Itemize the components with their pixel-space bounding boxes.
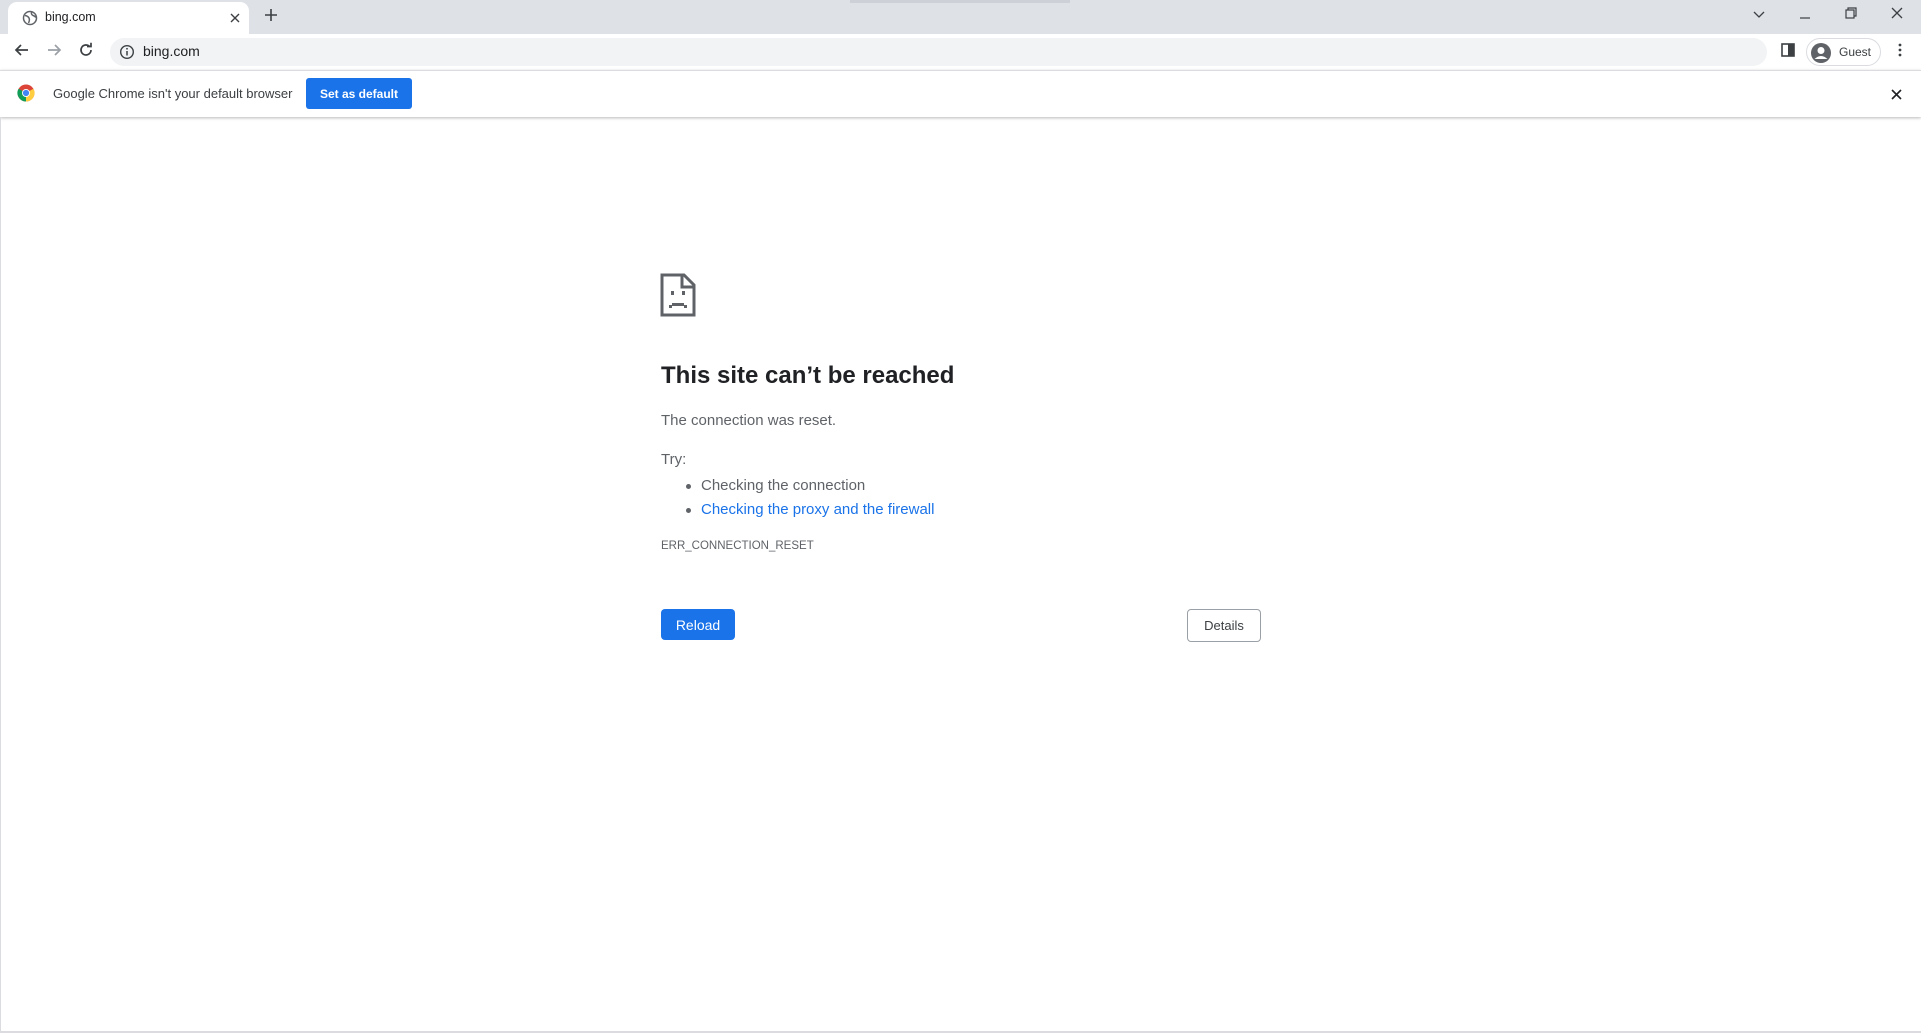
address-input[interactable] xyxy=(143,43,1643,59)
forward-button[interactable] xyxy=(41,39,67,65)
avatar-icon xyxy=(1810,42,1832,64)
default-browser-infobar: Google Chrome isn't your default browser… xyxy=(0,70,1921,117)
minimize-icon xyxy=(1799,6,1811,24)
error-description: The connection was reset. xyxy=(661,412,837,429)
details-button[interactable]: Details xyxy=(1187,609,1261,642)
refresh-icon xyxy=(78,42,94,63)
address-bar[interactable] xyxy=(110,38,1767,66)
kebab-menu-icon xyxy=(1898,43,1902,62)
tab-title: bing.com xyxy=(45,10,96,24)
set-as-default-button[interactable]: Set as default xyxy=(306,78,412,109)
drag-region[interactable] xyxy=(850,0,1070,3)
window-close-button[interactable] xyxy=(1875,0,1919,30)
restore-button[interactable] xyxy=(1829,0,1873,30)
page-title: This site can’t be reached xyxy=(661,362,955,389)
tab-bing[interactable]: bing.com xyxy=(8,2,249,34)
new-tab-button[interactable] xyxy=(258,6,284,28)
close-icon xyxy=(1891,6,1903,24)
side-panel-button[interactable] xyxy=(1777,41,1799,63)
minimize-button[interactable] xyxy=(1783,0,1827,30)
restore-icon xyxy=(1845,6,1857,24)
back-button[interactable] xyxy=(9,39,35,65)
content-border xyxy=(0,117,1,1033)
chevron-down-icon xyxy=(1753,6,1765,24)
arrow-right-icon xyxy=(46,42,62,63)
toolbar: Guest xyxy=(0,34,1921,70)
chrome-logo-icon xyxy=(17,84,35,102)
chrome-menu-button[interactable] xyxy=(1888,40,1912,64)
reload-toolbar-button[interactable] xyxy=(73,39,99,65)
globe-icon xyxy=(22,10,38,26)
tab-search-button[interactable] xyxy=(1737,0,1781,30)
try-label: Try: xyxy=(661,451,687,468)
infobar-message: Google Chrome isn't your default browser xyxy=(53,86,293,101)
sad-page-icon xyxy=(660,273,696,317)
error-code: ERR_CONNECTION_RESET xyxy=(661,540,814,552)
suggestion-check-connection: Checking the connection xyxy=(685,474,934,498)
infobar-close-icon[interactable] xyxy=(1886,84,1906,104)
arrow-left-icon xyxy=(14,42,30,63)
suggestion-list: Checking the connection Checking the pro… xyxy=(685,474,934,522)
suggestion-check-proxy-link[interactable]: Checking the proxy and the firewall xyxy=(685,498,934,522)
profile-label: Guest xyxy=(1839,45,1872,59)
side-panel-icon xyxy=(1781,42,1795,62)
plus-icon xyxy=(264,8,278,27)
profile-button[interactable]: Guest xyxy=(1806,38,1881,66)
reload-button[interactable]: Reload xyxy=(661,609,735,640)
tab-strip: bing.com xyxy=(0,0,1921,34)
info-icon[interactable] xyxy=(119,44,135,60)
tab-close-icon[interactable] xyxy=(226,9,244,27)
